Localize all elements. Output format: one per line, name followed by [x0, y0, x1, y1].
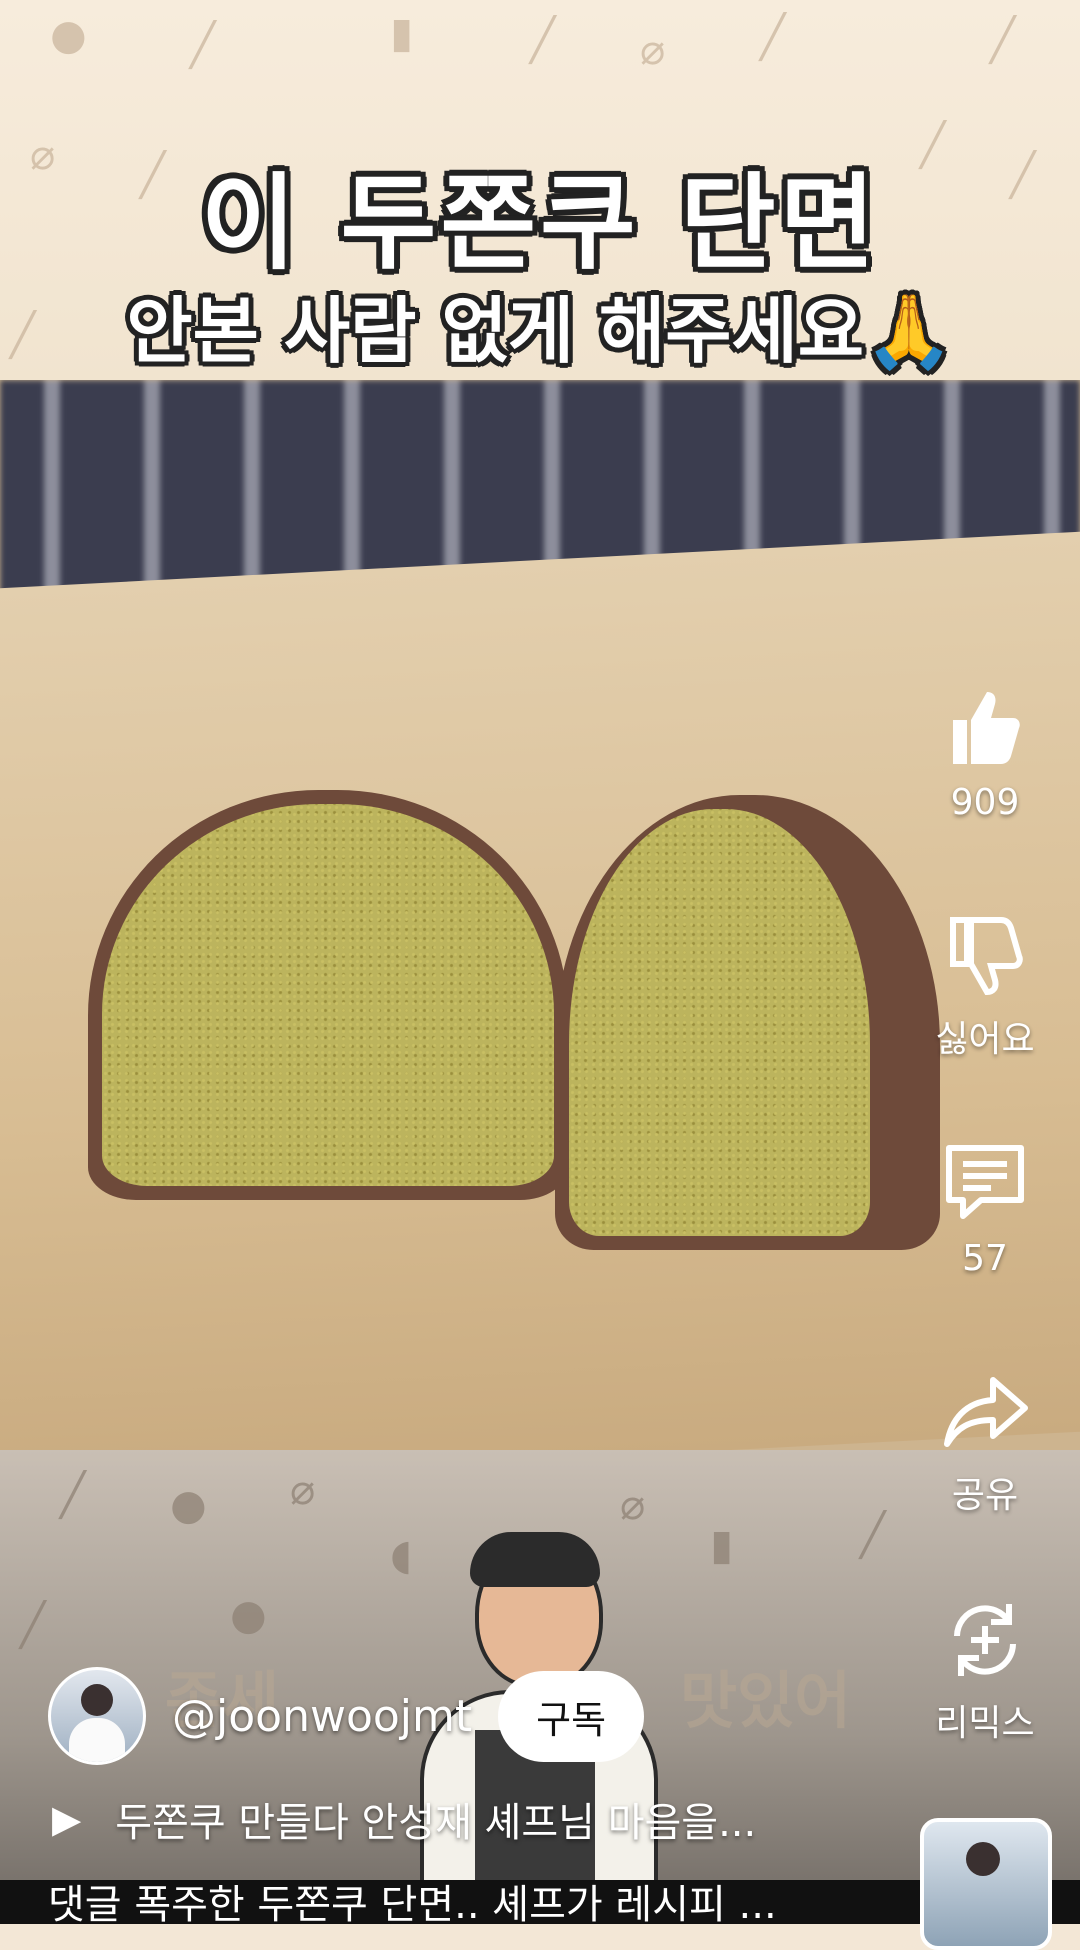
- related-video-title: 두쫀쿠 만들다 안성재 셰프님 마음을...: [115, 1800, 757, 1846]
- subscribe-button[interactable]: 구독: [498, 1670, 645, 1762]
- cookie-half-right: [555, 795, 940, 1250]
- knife-icon: ╱: [190, 20, 216, 69]
- remix-icon: [954, 1604, 1016, 1676]
- whisk-icon: ⌀: [290, 1465, 316, 1514]
- like-button[interactable]: 909: [915, 680, 1055, 823]
- thumbs-down-icon: [950, 917, 1023, 996]
- share-button[interactable]: 공유: [915, 1364, 1055, 1518]
- comments-button[interactable]: 57: [915, 1136, 1055, 1279]
- knife-icon: ╱: [860, 1510, 886, 1559]
- cutting-board-icon: ▮: [710, 1520, 734, 1569]
- thumbs-up-icon: [953, 692, 1020, 764]
- overlay-title-line2: 안본 사람 없게 해주세요🙏: [126, 289, 954, 373]
- channel-handle[interactable]: @joonwoojmt: [172, 1691, 472, 1742]
- knife-icon: ╱: [760, 12, 786, 61]
- cookie-half-left: [88, 790, 568, 1200]
- share-label: 공유: [951, 1475, 1019, 1516]
- spoon-icon: ◖: [390, 1530, 413, 1579]
- knife-icon: ╱: [530, 15, 556, 64]
- cutting-board-icon: ▮: [390, 8, 414, 57]
- remix-button[interactable]: 리믹스: [915, 1592, 1055, 1746]
- top-overlay-banner: ● ╱ ▮ ╱ ⌀ ╱ ╱ ⌀ ╱ ╱ ╱ ╱ 이 두쫀쿠 단면 안본 사람 없…: [0, 0, 1080, 380]
- knife-icon: ╱: [20, 1600, 46, 1649]
- comment-icon: [946, 1145, 1024, 1219]
- whisk-icon: ⌀: [620, 1480, 646, 1529]
- knife-icon: ╱: [990, 15, 1016, 64]
- channel-avatar[interactable]: [48, 1667, 146, 1765]
- overlay-title-line1: 이 두쫀쿠 단면: [200, 162, 880, 284]
- sound-thumbnail[interactable]: [920, 1818, 1052, 1950]
- comments-count: 57: [962, 1238, 1008, 1279]
- remix-label: 리믹스: [935, 1703, 1035, 1744]
- pan-icon: ●: [230, 1590, 267, 1639]
- like-count: 909: [950, 782, 1020, 823]
- video-caption[interactable]: 댓글 폭주한 두쫀쿠 단면.. 셰프가 레시피 ...: [48, 1872, 888, 1930]
- share-icon: [944, 1377, 1028, 1447]
- play-icon: ▶: [52, 1797, 82, 1841]
- related-video-link[interactable]: ▶ 두쫀쿠 만들다 안성재 셰프님 마음을...: [52, 1790, 756, 1848]
- channel-row: @joonwoojmt 구독: [48, 1666, 645, 1766]
- faded-caption-right: 맛있어: [680, 1664, 852, 1737]
- dislike-button[interactable]: 싫어요: [915, 908, 1055, 1062]
- dislike-label: 싫어요: [935, 1019, 1035, 1060]
- pan-icon: ●: [50, 10, 87, 59]
- knife-icon: ╱: [60, 1470, 86, 1519]
- pan-icon: ●: [170, 1480, 207, 1529]
- whisk-icon: ⌀: [640, 25, 666, 74]
